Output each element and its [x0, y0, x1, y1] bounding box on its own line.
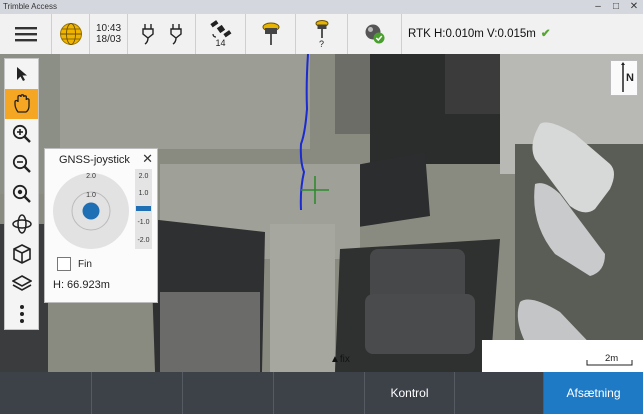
zoom-out-tool[interactable] [5, 149, 38, 179]
satellites-button[interactable]: 14 [196, 14, 246, 54]
inner-ring-label: 1.0 [86, 192, 96, 199]
gnss-joystick-panel: GNSS-joystick ✕ 2.0 1.0 2.0 1.0 -1.0 -2.… [44, 148, 158, 303]
rtk-precision[interactable]: RTK H:0.010m V:0.015m ✔ [402, 14, 643, 54]
title-bar: Trimble Access – □ ✕ [0, 0, 643, 14]
fine-checkbox[interactable] [57, 257, 71, 271]
globe-icon [59, 23, 82, 45]
joystick-title: GNSS-joystick [59, 154, 130, 166]
joystick-knob[interactable] [82, 202, 100, 220]
softkey-6[interactable] [455, 372, 544, 414]
height-value: H: 66.923m [53, 279, 110, 291]
hamburger-icon [14, 27, 37, 42]
date-text: 18/03 [95, 34, 122, 45]
layers-icon [11, 275, 32, 291]
hand-icon [13, 94, 30, 113]
zoom-extents-tool[interactable] [5, 179, 38, 209]
softkey-4[interactable] [274, 372, 365, 414]
zoom-in-tool[interactable] [5, 119, 38, 149]
orbit-tool[interactable] [5, 209, 38, 239]
checkmark-icon: ✔ [540, 28, 551, 40]
power-plug-icon-2 [169, 24, 182, 45]
minimize-button[interactable]: – [589, 0, 607, 14]
cube-icon [12, 244, 31, 264]
receiver-status-button[interactable]: ? [296, 14, 348, 54]
stakeout-button[interactable]: Afsætning [544, 372, 643, 414]
menu-button[interactable] [0, 14, 52, 54]
map-toolbar [4, 58, 39, 330]
connection-button[interactable] [348, 14, 402, 54]
arrow-pointer-icon [16, 67, 27, 81]
receiver-unknown-text: ? [318, 39, 324, 49]
vertical-tick: 2.0 [139, 173, 149, 180]
outer-ring-label: 2.0 [86, 173, 96, 180]
scale-line [586, 360, 633, 366]
satellite-count: 14 [215, 38, 226, 48]
softkey-1[interactable] [0, 372, 92, 414]
north-arrow[interactable]: N [610, 60, 638, 96]
softkey-3[interactable] [183, 372, 274, 414]
gnss-receiver-small-icon [315, 20, 328, 38]
connection-check-icon [365, 24, 384, 44]
close-window-button[interactable]: ✕ [625, 0, 643, 14]
more-tools[interactable] [5, 299, 38, 329]
zoom-out-icon [12, 154, 31, 173]
select-tool[interactable] [5, 59, 38, 89]
window-title: Trimble Access [3, 2, 57, 11]
close-icon[interactable]: ✕ [142, 151, 153, 167]
scale-bar: 2m [482, 340, 643, 372]
fine-label: Fin [78, 259, 92, 270]
zoom-in-icon [12, 124, 31, 143]
kontrol-button[interactable]: Kontrol [365, 372, 455, 414]
time-text: 10:43 [95, 23, 122, 34]
vertical-tick: 1.0 [139, 190, 149, 197]
vertical-slider-handle[interactable] [136, 206, 151, 211]
fix-indicator: ▲fix [330, 354, 350, 365]
pan-tool[interactable] [5, 89, 38, 119]
fix-label: fix [339, 354, 350, 365]
bottom-action-bar: Kontrol Afsætning [0, 372, 643, 414]
orbit-icon [11, 214, 32, 234]
power-plug-icon [141, 24, 154, 45]
gnss-receiver-icon [262, 22, 279, 45]
north-label: N [626, 72, 634, 84]
receiver-button[interactable] [246, 14, 296, 54]
rtk-status-text: RTK H:0.010m V:0.015m [408, 28, 536, 40]
power-status[interactable] [128, 14, 196, 54]
layers-tool[interactable] [5, 269, 38, 299]
3d-view-tool[interactable] [5, 239, 38, 269]
softkey-2[interactable] [92, 372, 183, 414]
fix-triangle-icon: ▲ [330, 354, 340, 365]
vertical-tick: -2.0 [137, 237, 149, 244]
date-time: 10:43 18/03 [90, 14, 128, 54]
globe-button[interactable] [52, 14, 90, 54]
vertical-tick: -1.0 [137, 219, 149, 226]
more-vertical-icon [19, 305, 24, 323]
satellite-icon [209, 20, 231, 38]
zoom-extents-icon [12, 184, 31, 203]
maximize-button[interactable]: □ [607, 0, 625, 14]
